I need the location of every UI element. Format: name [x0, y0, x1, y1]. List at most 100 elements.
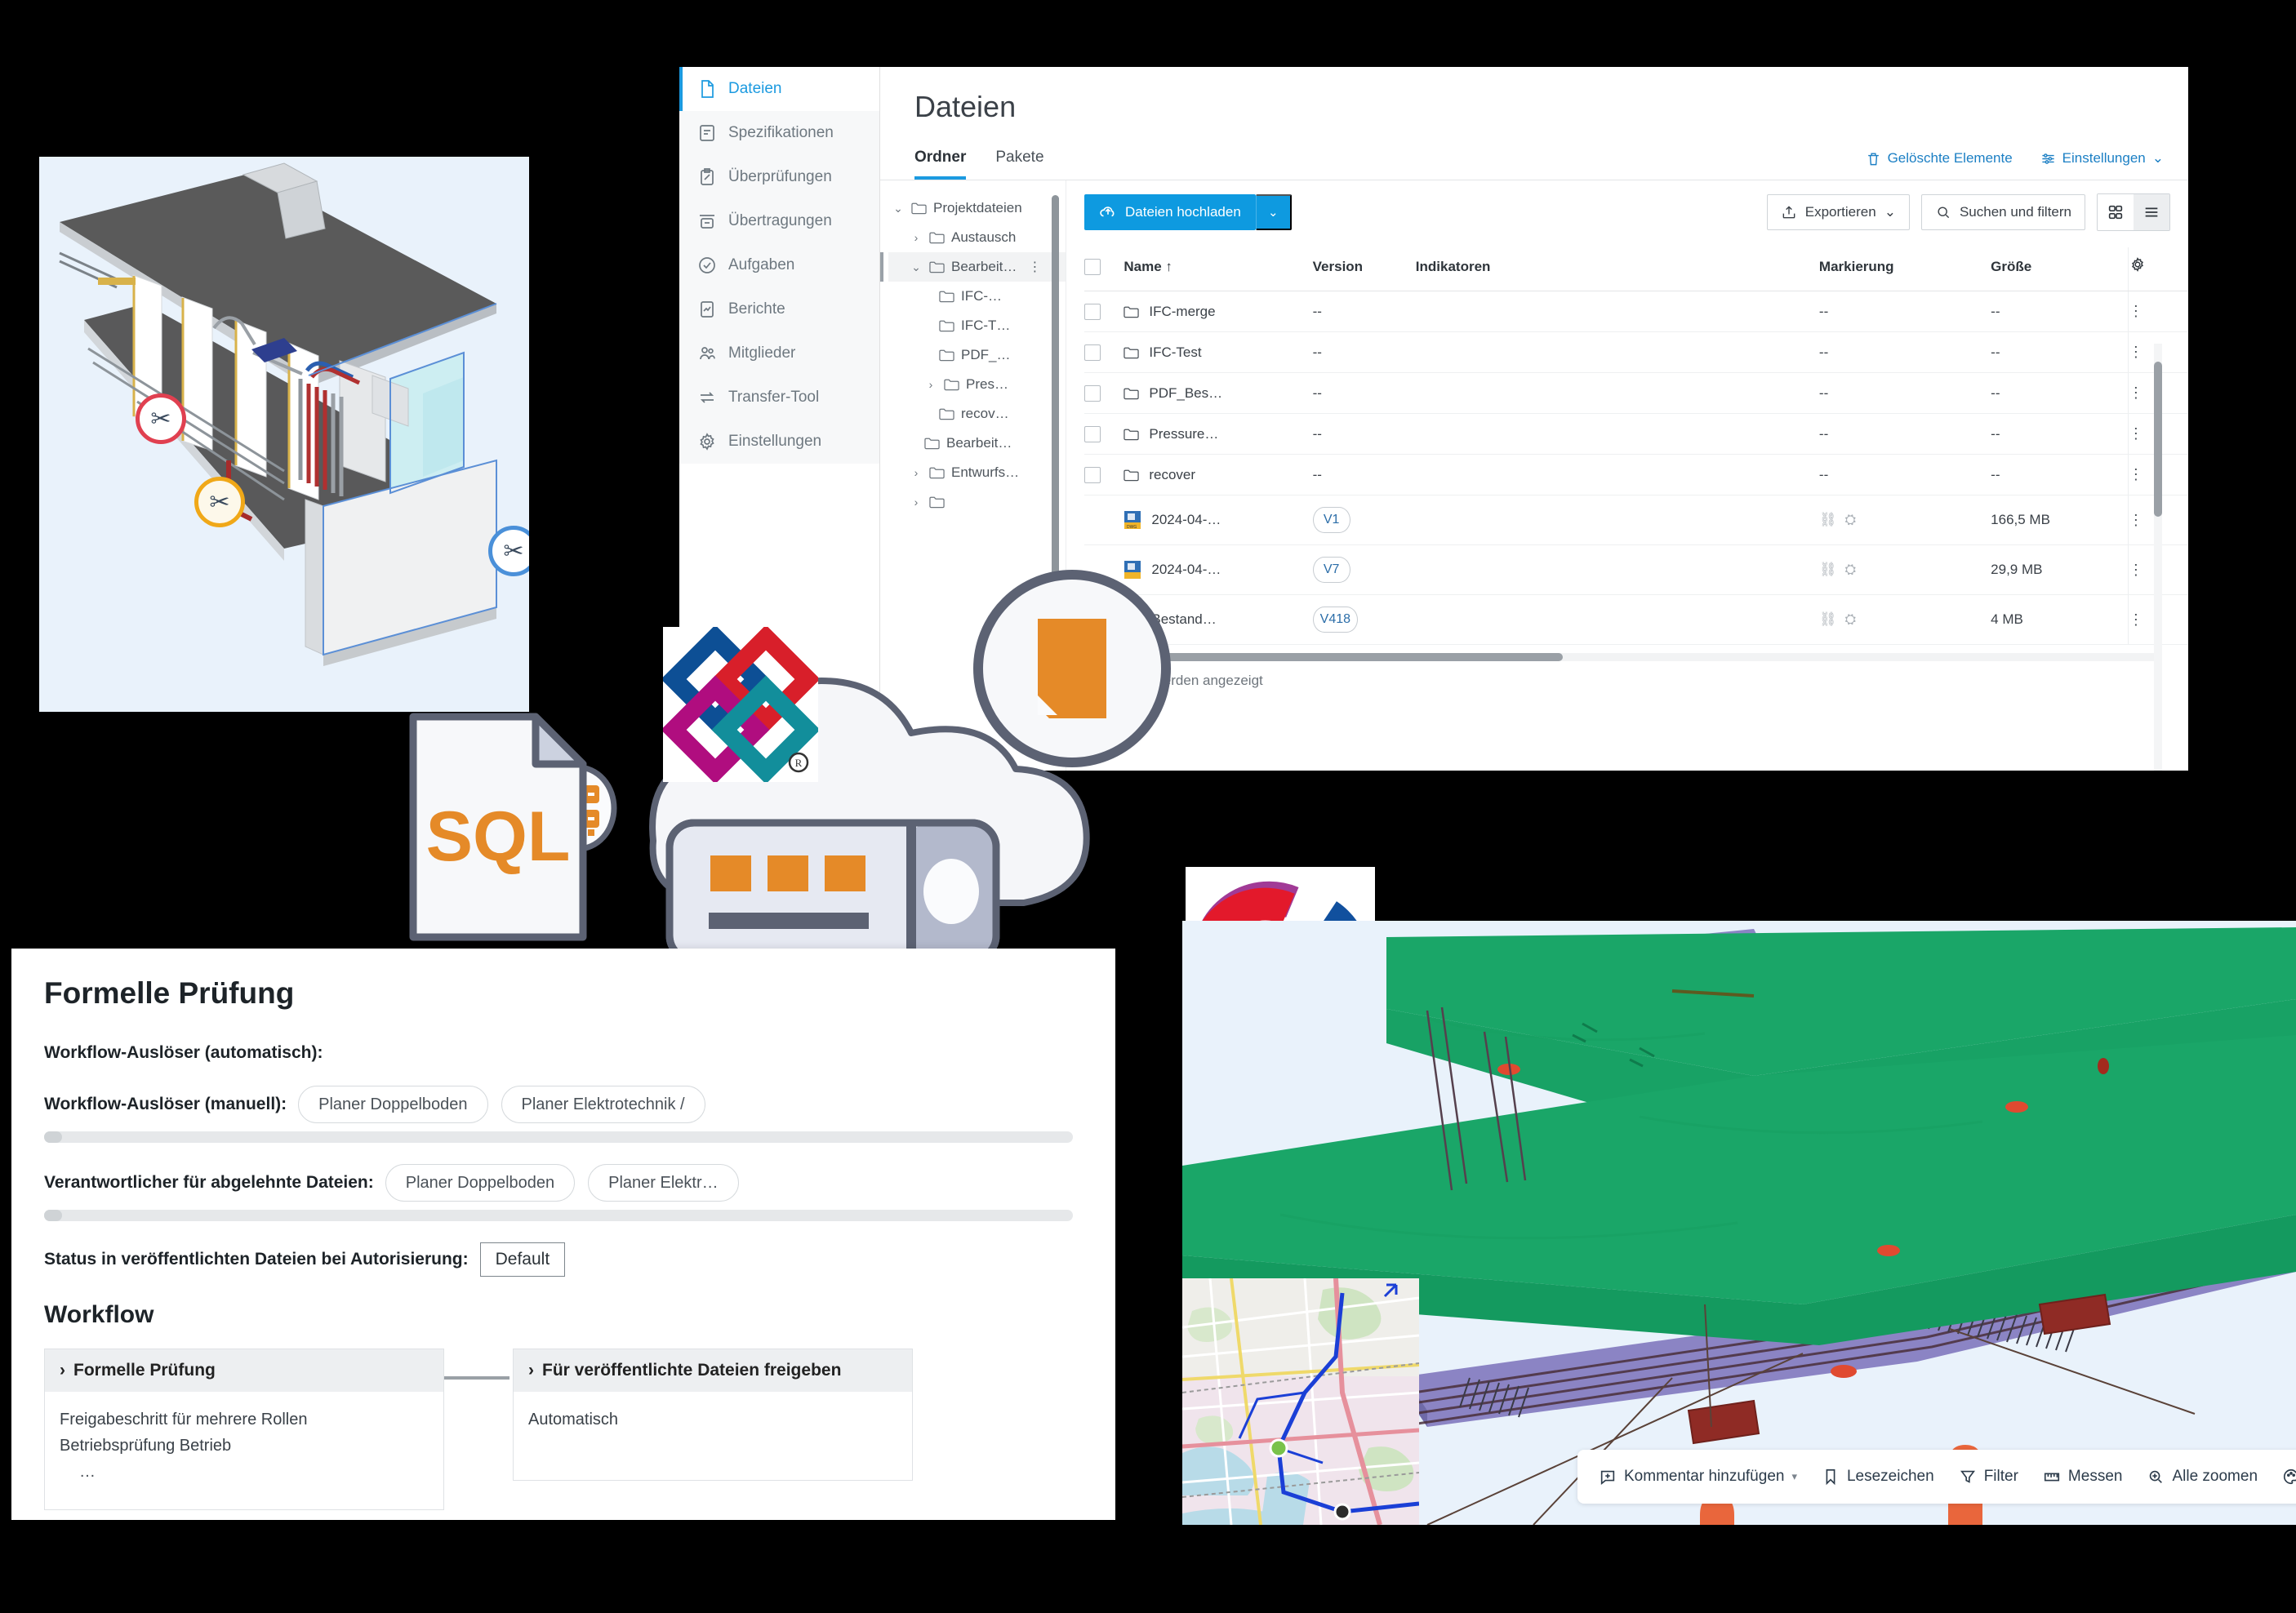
column-header-name[interactable]: Name ↑ — [1124, 247, 1313, 291]
colorize-button[interactable]: Einfärben — [2282, 1468, 2296, 1486]
column-settings-header[interactable] — [2127, 247, 2188, 291]
export-button[interactable]: Exportieren ⌄ — [1766, 194, 1910, 230]
row-checkbox-cell[interactable] — [1084, 291, 1124, 332]
tree-node[interactable]: › Austausch — [888, 223, 1066, 252]
sidebar-item-spezifikationen[interactable]: Spezifikationen — [679, 111, 879, 155]
row-checkbox[interactable] — [1084, 384, 1101, 402]
status-value[interactable]: Default — [479, 1242, 566, 1277]
tree-node[interactable]: ⌄ Projektdateien — [888, 193, 1066, 223]
row-menu-icon[interactable]: ⋮ — [2129, 344, 2144, 360]
grid-view-button[interactable] — [2098, 194, 2134, 230]
tree-node[interactable]: IFC-T… — [888, 311, 1066, 340]
table-header-row: Name ↑ Version Indikatoren Markierung Gr… — [1084, 247, 2188, 291]
chevron-down-icon[interactable]: ⌄ — [892, 202, 905, 216]
row-checkbox[interactable] — [1084, 344, 1101, 361]
table-row[interactable]: DWG 2024-04-… V1 ⛓ ⛭ 166,5 MB ⋮ — [1084, 495, 2188, 545]
sidebar-item-einstellungen[interactable]: Einstellungen — [679, 420, 879, 464]
upload-files-dropdown[interactable]: ⌄ — [1255, 194, 1292, 230]
row-checkbox-cell[interactable] — [1084, 331, 1124, 373]
tree-node-label: Austausch — [951, 229, 1017, 245]
chevron-down-icon[interactable]: ▾ — [1791, 1470, 1797, 1483]
role-chip[interactable]: Planer Doppelboden — [298, 1086, 488, 1123]
table-vertical-scrollbar[interactable] — [2154, 344, 2162, 771]
measure-button[interactable]: Messen — [2043, 1468, 2122, 1486]
tree-node[interactable]: IFC-… — [888, 282, 1066, 311]
chevron-down-icon[interactable]: ⌄ — [910, 260, 923, 274]
tree-node[interactable]: › Pres… — [888, 370, 1066, 399]
table-row[interactable]: recover -- -- -- ⋮ — [1084, 454, 2188, 495]
overview-minimap[interactable] — [1182, 1278, 1419, 1525]
row-checkbox-cell[interactable] — [1084, 495, 1124, 545]
row-checkbox[interactable] — [1084, 466, 1101, 483]
sidebar-item-berichte[interactable]: Berichte — [679, 287, 879, 331]
row-checkbox-cell[interactable] — [1084, 372, 1124, 414]
table-row[interactable]: PDF_Bes… -- -- -- ⋮ — [1084, 372, 2188, 414]
row-menu-icon[interactable]: ⋮ — [2129, 512, 2144, 528]
role-chip[interactable]: Planer Elektr… — [588, 1164, 739, 1202]
column-header-marking[interactable]: Markierung — [1818, 247, 1991, 291]
role-chip[interactable]: Planer Doppelboden — [385, 1164, 576, 1202]
settings-link[interactable]: Einstellungen ⌄ — [2040, 150, 2164, 167]
row-checkbox[interactable] — [1084, 303, 1101, 320]
scissors-amber-badge[interactable]: ✂ — [194, 477, 245, 527]
sidebar-item-transfer-tool[interactable]: Transfer-Tool — [679, 375, 879, 420]
table-row[interactable]: Pressure… -- -- -- ⋮ — [1084, 413, 2188, 455]
sidebar-item-mitglieder[interactable]: Mitglieder — [679, 331, 879, 375]
tab-pakete[interactable]: Pakete — [995, 149, 1043, 180]
column-header-version[interactable]: Version — [1312, 247, 1416, 291]
list-view-button[interactable] — [2134, 194, 2169, 230]
chevron-right-icon[interactable]: › — [910, 231, 923, 244]
chevron-right-icon[interactable]: › — [910, 466, 923, 479]
workflow-step-more[interactable]: … — [60, 1459, 429, 1485]
add-comment-button[interactable]: Kommentar hinzufügen ▾ — [1599, 1468, 1797, 1486]
tab-ordner[interactable]: Ordner — [914, 149, 967, 180]
chevron-right-icon[interactable]: › — [924, 378, 937, 391]
bookmark-button[interactable]: Lesezeichen — [1822, 1468, 1934, 1486]
tree-node-selected[interactable]: ⌄ Bearbeit… ⋮ — [888, 252, 1066, 282]
add-comment-label: Kommentar hinzufügen — [1624, 1468, 1785, 1485]
upload-files-button[interactable]: Dateien hochladen — [1084, 194, 1256, 230]
tree-node[interactable]: PDF_… — [888, 340, 1066, 370]
search-filter-button[interactable]: Suchen und filtern — [1920, 194, 2085, 230]
column-header-indicators[interactable]: Indikatoren — [1415, 247, 1819, 291]
row-menu-icon[interactable]: ⋮ — [2129, 303, 2144, 319]
responsible-scrollbar[interactable] — [44, 1210, 1073, 1221]
role-chip[interactable]: Planer Elektrotechnik / — [501, 1086, 705, 1123]
scrollbar-thumb[interactable] — [2154, 362, 2162, 517]
row-menu-icon[interactable]: ⋮ — [2129, 466, 2144, 482]
table-row[interactable]: IFC-merge -- -- -- ⋮ — [1084, 291, 2188, 332]
deleted-items-link[interactable]: Gelöschte Elemente — [1866, 150, 2013, 167]
row-checkbox-cell[interactable] — [1084, 413, 1124, 455]
row-checkbox[interactable] — [1084, 425, 1101, 442]
table-row[interactable]: IFC-Test -- -- -- ⋮ — [1084, 331, 2188, 373]
workflow-step-card[interactable]: › Formelle Prüfung Freigabeschritt für m… — [44, 1349, 444, 1510]
zoom-all-button[interactable]: Alle zoomen — [2147, 1468, 2258, 1486]
sidebar-item-aufgaben[interactable]: Aufgaben — [679, 243, 879, 287]
row-menu-icon[interactable]: ⋮ — [2129, 562, 2144, 578]
sidebar-item-dateien[interactable]: Dateien — [679, 67, 879, 111]
select-all-header[interactable] — [1084, 247, 1124, 291]
workflow-step-header[interactable]: › Für veröffentlichte Dateien freigeben — [514, 1349, 912, 1392]
row-menu-icon[interactable]: ⋮ — [2129, 425, 2144, 442]
tree-node-menu-icon[interactable]: ⋮ — [1028, 259, 1042, 275]
sidebar-item-ueberpruefungen[interactable]: Überprüfungen — [679, 155, 879, 199]
workflow-step-card[interactable]: › Für veröffentlichte Dateien freigeben … — [513, 1349, 913, 1481]
row-checkbox-cell[interactable] — [1084, 454, 1124, 495]
column-header-size[interactable]: Größe — [1991, 247, 2129, 291]
row-menu-icon[interactable]: ⋮ — [2129, 384, 2144, 401]
filter-button[interactable]: Filter — [1959, 1468, 2018, 1486]
row-menu-icon[interactable]: ⋮ — [2129, 611, 2144, 628]
tree-node[interactable]: › Entwurfs… — [888, 458, 1066, 487]
manual-trigger-scrollbar[interactable] — [44, 1131, 1073, 1143]
tree-node[interactable]: Bearbeit… — [888, 429, 1066, 458]
chevron-right-icon[interactable]: › — [60, 1361, 65, 1380]
scissors-red-badge[interactable]: ✂ — [136, 393, 186, 444]
tree-node[interactable]: recov… — [888, 399, 1066, 429]
row-menu-cell[interactable]: ⋮ — [2127, 291, 2188, 332]
chevron-right-icon[interactable]: › — [528, 1361, 534, 1380]
tree-node[interactable]: › — [888, 487, 1066, 517]
sidebar-item-uebertragungen[interactable]: Übertragungen — [679, 199, 879, 243]
select-all-checkbox[interactable] — [1084, 258, 1101, 275]
chevron-right-icon[interactable]: › — [910, 495, 923, 509]
workflow-step-header[interactable]: › Formelle Prüfung — [45, 1349, 443, 1392]
